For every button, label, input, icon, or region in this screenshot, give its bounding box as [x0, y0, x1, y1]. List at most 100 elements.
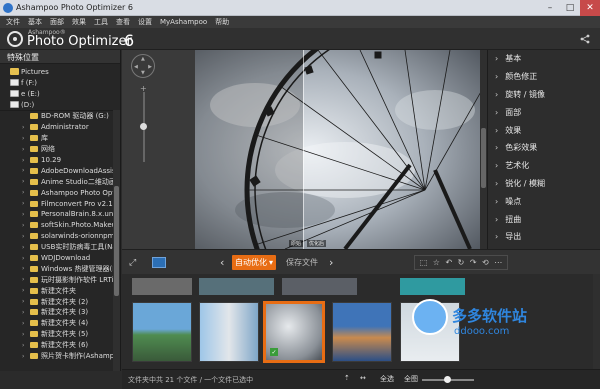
quick-item-drive-e[interactable]: e (E:): [10, 88, 120, 99]
rotate-icon[interactable]: ↻: [458, 258, 465, 267]
tree-item[interactable]: ›Anime Studio二维动画制作: [0, 176, 114, 187]
chevron-right-icon[interactable]: ›: [22, 244, 30, 251]
tree-item[interactable]: ›AdobeDownloadAssistant: [0, 165, 114, 176]
chevron-right-icon[interactable]: ›: [22, 265, 30, 272]
chevron-right-icon[interactable]: ›: [22, 353, 30, 360]
menu-item-settings[interactable]: 设置: [138, 16, 152, 28]
menu-item-help[interactable]: 帮助: [215, 16, 229, 28]
full-image-button[interactable]: 全图: [404, 374, 418, 384]
select-region-icon[interactable]: ⬚: [420, 258, 428, 267]
thumbnail[interactable]: [132, 278, 192, 295]
scrollbar-thumb[interactable]: [114, 186, 119, 296]
tree-item[interactable]: BD-ROM 驱动器 (G:): [0, 111, 114, 122]
chevron-right-icon[interactable]: ›: [22, 276, 30, 283]
compare-divider[interactable]: [303, 50, 304, 249]
arrow-left-icon[interactable]: ◀: [134, 64, 138, 70]
quick-item-pictures[interactable]: Pictures: [10, 66, 120, 77]
chevron-right-icon[interactable]: ›: [22, 331, 30, 338]
select-all-button[interactable]: 全选: [380, 374, 394, 384]
chevron-right-icon[interactable]: ›: [22, 342, 30, 349]
thumbnail[interactable]: [400, 278, 465, 295]
chevron-right-icon[interactable]: ›: [22, 309, 30, 316]
menu-item-myashampoo[interactable]: MyAshampoo: [160, 16, 207, 28]
category-export[interactable]: › 导出: [488, 228, 600, 246]
thumbnail[interactable]: [332, 302, 392, 362]
tree-item[interactable]: ›玩时摄影制作软件 LRTimela: [0, 274, 114, 285]
chevron-right-icon[interactable]: ›: [22, 189, 30, 196]
sort-up-icon[interactable]: ⇡: [344, 374, 350, 382]
category-effects[interactable]: › 效果: [488, 121, 600, 139]
tree-item[interactable]: ›Filmconvert Pro v2.11 For: [0, 198, 114, 209]
tree-item[interactable]: ›USB实时防病毒工具(Naeviu: [0, 242, 114, 253]
category-rotate-mirror[interactable]: › 旋转 / 镜像: [488, 86, 600, 104]
tree-item[interactable]: ›solarwinds-orionnpm-v10: [0, 231, 114, 242]
category-distort[interactable]: › 扭曲: [488, 210, 600, 228]
pan-control[interactable]: ▲ ▼ ◀ ▶: [131, 54, 155, 78]
chevron-right-icon[interactable]: ›: [22, 178, 30, 185]
photo-preview[interactable]: 原始 优化后: [195, 50, 482, 249]
tree-item[interactable]: ›Ashampoo Photo Optimizer: [0, 187, 114, 198]
arrow-down-icon[interactable]: ▼: [141, 70, 145, 76]
menu-item-file[interactable]: 文件: [6, 16, 20, 28]
undo-icon[interactable]: ↶: [445, 258, 452, 267]
tree-item[interactable]: ›PersonalBrain.8.x.universal: [0, 209, 114, 220]
tree-item[interactable]: › 新建文件夹 (3): [0, 307, 114, 318]
more-icon[interactable]: ⋯: [494, 258, 502, 267]
tree-item[interactable]: › 网络: [0, 144, 114, 155]
chevron-right-icon[interactable]: ›: [22, 255, 30, 262]
chevron-right-icon[interactable]: ›: [22, 135, 30, 142]
category-noise[interactable]: › 噪点: [488, 192, 600, 210]
maximize-button[interactable]: □: [560, 0, 580, 16]
reset-icon[interactable]: ⟲: [482, 258, 489, 267]
menu-item-tools[interactable]: 工具: [94, 16, 108, 28]
close-button[interactable]: ✕: [580, 0, 600, 16]
category-color-correction[interactable]: › 颜色修正: [488, 68, 600, 86]
quick-item-drive-f[interactable]: f (F:): [10, 77, 120, 88]
compare-view-icon[interactable]: [152, 257, 166, 268]
chevron-right-icon[interactable]: ›: [22, 157, 30, 164]
quick-item-drive-d[interactable]: (D:): [10, 99, 120, 110]
tree-item[interactable]: ›Windows 热键管理器(Perfe: [0, 263, 114, 274]
share-icon[interactable]: [580, 34, 590, 44]
minimize-button[interactable]: –: [540, 0, 560, 16]
tree-item[interactable]: ›softSkin.Photo.Makeup.Pro: [0, 220, 114, 231]
viewer-scrollbar[interactable]: [480, 50, 487, 249]
menu-item-effects[interactable]: 效果: [72, 16, 86, 28]
category-color-effects[interactable]: › 色彩效果: [488, 139, 600, 157]
tree-item[interactable]: › 新建文件夹 (5): [0, 329, 114, 340]
selected-thumbnail[interactable]: ✓: [263, 301, 325, 363]
previous-image-icon[interactable]: ‹: [220, 256, 224, 269]
arrow-up-icon[interactable]: ▲: [141, 56, 145, 62]
menu-item-basic[interactable]: 基本: [28, 16, 42, 28]
expand-icon[interactable]: ⤢: [129, 258, 136, 268]
thumbnail[interactable]: [132, 302, 192, 362]
chevron-right-icon[interactable]: ›: [22, 320, 30, 327]
tree-item[interactable]: › 新建文件夹 (2): [0, 296, 114, 307]
category-sharpen-blur[interactable]: › 锐化 / 模糊: [488, 175, 600, 193]
thumbnail[interactable]: [282, 278, 357, 295]
category-basic[interactable]: › 基本: [488, 50, 600, 68]
tree-item[interactable]: › 10.29: [0, 155, 114, 166]
slider-handle[interactable]: [444, 376, 451, 383]
menu-item-view[interactable]: 查看: [116, 16, 130, 28]
tree-item[interactable]: › 库: [0, 133, 114, 144]
tree-item[interactable]: › 新建文件夹 (4): [0, 318, 114, 329]
redo-icon[interactable]: ↷: [470, 258, 477, 267]
category-artistic[interactable]: › 艺术化: [488, 157, 600, 175]
select-star-icon[interactable]: ☆: [433, 258, 440, 267]
zoom-slider-handle[interactable]: [140, 123, 147, 130]
chevron-right-icon[interactable]: ›: [22, 167, 30, 174]
thumbnail-size-slider[interactable]: [422, 376, 474, 383]
chevron-right-icon[interactable]: ›: [22, 287, 30, 294]
save-file-button[interactable]: 保存文件: [280, 255, 324, 270]
chevron-right-icon[interactable]: ›: [22, 233, 30, 240]
scrollbar-thumb[interactable]: [481, 128, 486, 188]
tree-item[interactable]: › WDJDownload: [0, 253, 114, 264]
category-face[interactable]: › 面部: [488, 103, 600, 121]
tree-item[interactable]: › 新建文件夹: [0, 285, 114, 296]
thumbnail[interactable]: [199, 302, 259, 362]
menu-item-face[interactable]: 面部: [50, 16, 64, 28]
chevron-right-icon[interactable]: ›: [22, 298, 30, 305]
arrow-right-icon[interactable]: ▶: [148, 64, 152, 70]
thumbnail[interactable]: [199, 278, 274, 295]
